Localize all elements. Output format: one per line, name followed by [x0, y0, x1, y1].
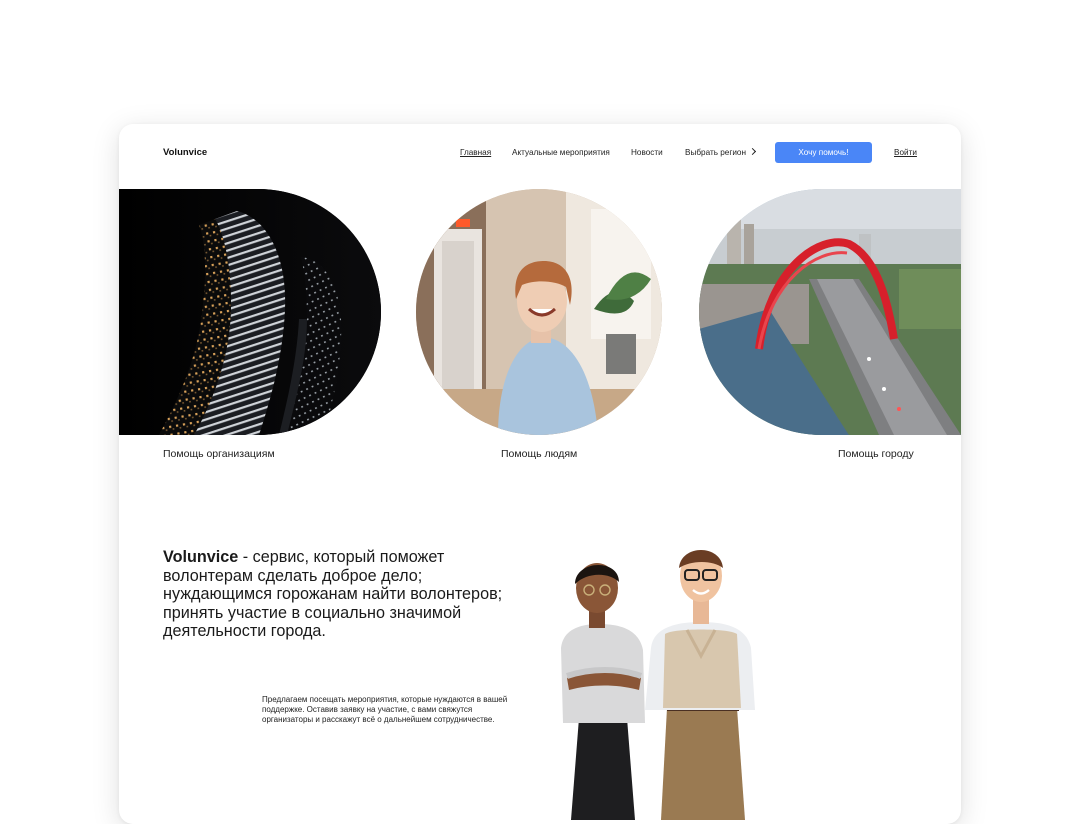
smiling-woman-photo-icon	[416, 189, 662, 435]
volunteers-illustration	[549, 538, 779, 824]
headline-brand: Volunvice	[163, 548, 239, 566]
organizations-image[interactable]	[119, 189, 381, 435]
skyscraper-photo-icon	[119, 189, 381, 435]
about-headline: Volunvice - сервис, который поможет воло…	[163, 548, 533, 641]
page-card: Volunvice Главная Актуальные мероприятия…	[119, 124, 961, 824]
city-image[interactable]	[699, 189, 961, 435]
help-cta-button[interactable]: Хочу помочь!	[775, 142, 872, 163]
nav-region-select[interactable]: Выбрать регион	[685, 147, 757, 157]
about-description: Предлагаем посещать мероприятия, которые…	[262, 695, 508, 724]
nav-link-events[interactable]: Актуальные мероприятия	[512, 148, 610, 157]
caption-people[interactable]: Помощь людям	[501, 448, 577, 460]
nav-link-home[interactable]: Главная	[460, 148, 491, 157]
logo[interactable]: Volunvice	[163, 147, 207, 158]
nav-region-label: Выбрать регион	[685, 148, 746, 157]
caption-city[interactable]: Помощь городу	[838, 448, 914, 460]
nav-link-news[interactable]: Новости	[631, 148, 663, 157]
chevron-right-icon	[748, 147, 757, 156]
two-volunteers-icon	[561, 550, 755, 820]
people-image[interactable]	[416, 189, 662, 435]
login-link[interactable]: Войти	[894, 148, 917, 157]
caption-organizations[interactable]: Помощь организациям	[163, 448, 275, 460]
red-arch-bridge-photo-icon	[699, 189, 961, 435]
